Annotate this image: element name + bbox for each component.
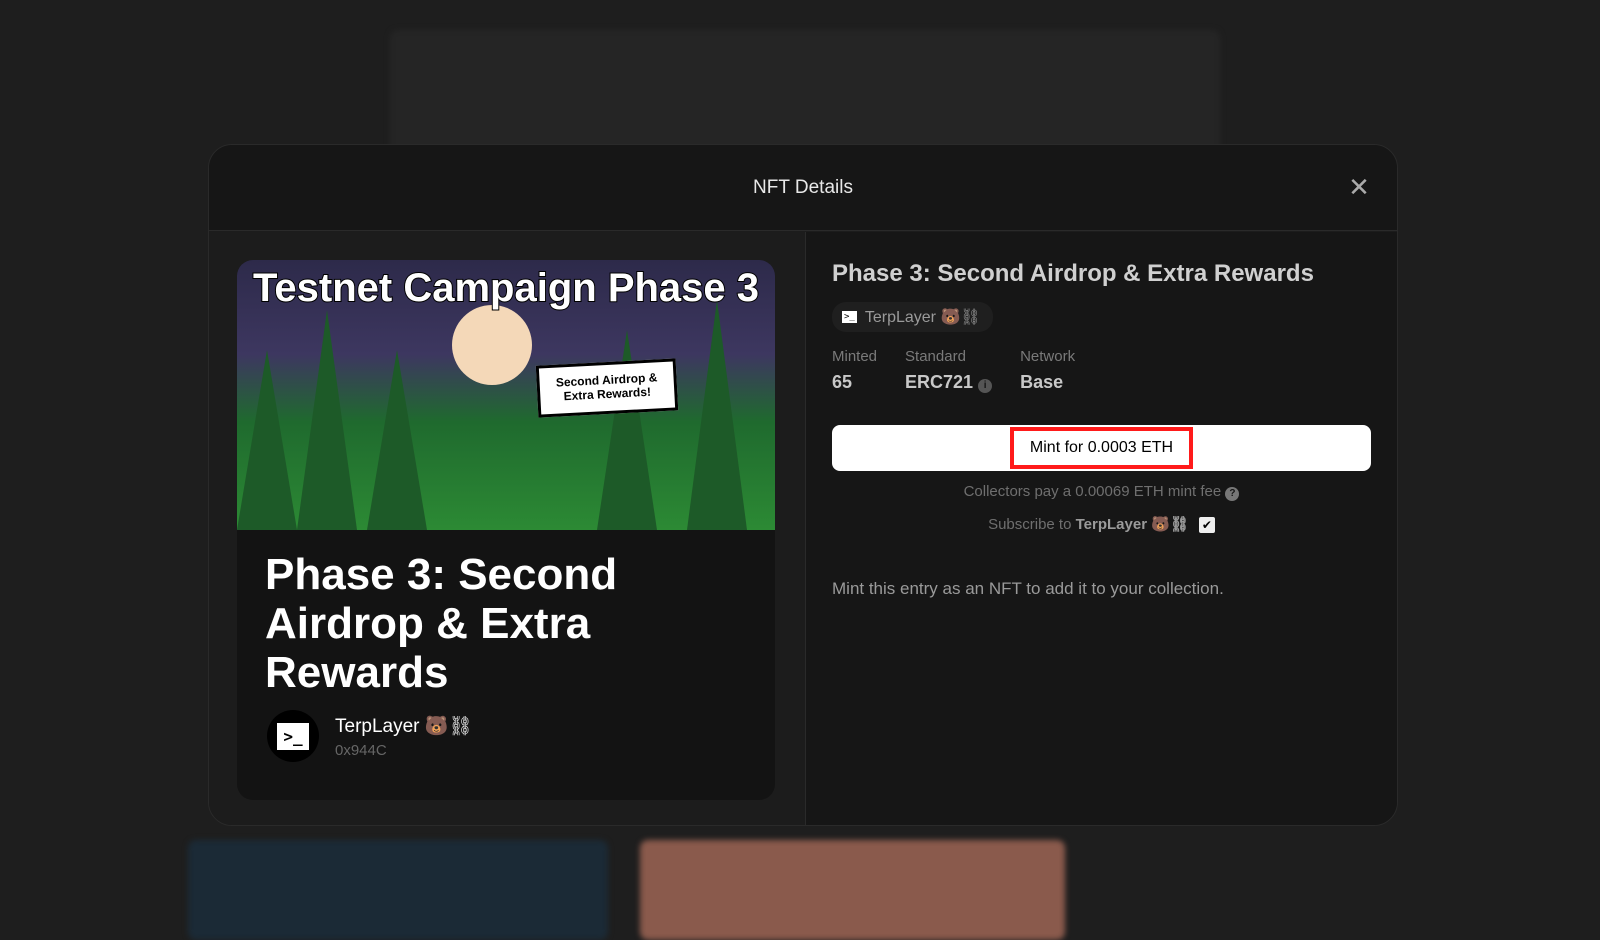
artwork-title: Testnet Campaign Phase 3 xyxy=(252,265,760,311)
help-icon[interactable]: ? xyxy=(1225,487,1240,501)
stat-value: ERC721 xyxy=(905,372,974,392)
subscribe-prefix: Subscribe to xyxy=(988,516,1072,533)
tree-illustration xyxy=(297,310,357,530)
details-panel: Phase 3: Second Airdrop & Extra Rewards … xyxy=(805,232,1397,825)
moon-illustration xyxy=(452,305,532,385)
mint-button[interactable]: Mint for 0.0003 ETH xyxy=(832,425,1371,471)
stat-label: Minted xyxy=(832,348,878,365)
subscribe-row: Subscribe to TerpLayer 🐻⛓ ✔ xyxy=(832,515,1371,534)
mint-fee-note: Collectors pay a 0.00069 ETH mint fee ? xyxy=(832,483,1371,501)
mint-button-label: Mint for 0.0003 ETH xyxy=(1009,427,1194,469)
tree-illustration xyxy=(367,350,427,530)
nft-title: Phase 3: Second Airdrop & Extra Rewards xyxy=(832,260,1314,287)
author-chip-name: TerpLayer 🐻⛓ xyxy=(864,309,981,326)
modal-header: NFT Details ✕ xyxy=(209,145,1397,231)
nft-details-modal: NFT Details ✕ Testnet Campaign Phase 3 S… xyxy=(208,144,1398,826)
nft-artwork: Testnet Campaign Phase 3 Second Airdrop … xyxy=(237,260,775,530)
stat-minted: Minted 65 xyxy=(832,348,877,393)
stats: Minted 65 Standard ERC721 i Network Base xyxy=(832,348,1371,393)
author-chip[interactable]: >_ TerpLayer 🐻⛓ xyxy=(832,302,993,332)
author-address: 0x944C xyxy=(335,741,387,759)
mint-description: Mint this entry as an NFT to add it to y… xyxy=(832,579,1224,599)
stat-standard: Standard ERC721 i xyxy=(905,348,993,393)
author-name: TerpLayer 🐻⛓ xyxy=(335,715,473,737)
stat-value: Base xyxy=(1020,372,1064,392)
close-icon[interactable]: ✕ xyxy=(1347,174,1371,200)
avatar-icon: >_ xyxy=(842,311,857,323)
background-thumbnail xyxy=(640,840,1065,940)
avatar-glyph: >_ xyxy=(277,722,309,750)
info-icon[interactable]: i xyxy=(978,379,993,393)
tree-illustration xyxy=(687,300,747,530)
avatar: >_ xyxy=(267,710,319,762)
nft-card: Testnet Campaign Phase 3 Second Airdrop … xyxy=(237,260,775,800)
stat-label: Network xyxy=(1020,348,1076,365)
subscribe-name: TerpLayer 🐻⛓ xyxy=(1075,516,1189,533)
artwork-speech-bubble: Second Airdrop & Extra Rewards! xyxy=(535,358,679,418)
author[interactable]: >_ TerpLayer 🐻⛓ 0x944C xyxy=(267,710,473,762)
stat-value: 65 xyxy=(832,372,853,392)
background-thumbnail xyxy=(188,840,608,940)
card-title: Phase 3: Second Airdrop & Extra Rewards xyxy=(265,550,618,697)
preview-panel: Testnet Campaign Phase 3 Second Airdrop … xyxy=(209,232,804,825)
subscribe-checkbox[interactable]: ✔ xyxy=(1198,517,1215,534)
stat-network: Network Base xyxy=(1020,348,1075,393)
modal-title: NFT Details xyxy=(753,176,853,198)
fee-text: Collectors pay a 0.00069 ETH mint fee xyxy=(963,483,1222,500)
stat-label: Standard xyxy=(905,348,966,365)
tree-illustration xyxy=(237,350,297,530)
